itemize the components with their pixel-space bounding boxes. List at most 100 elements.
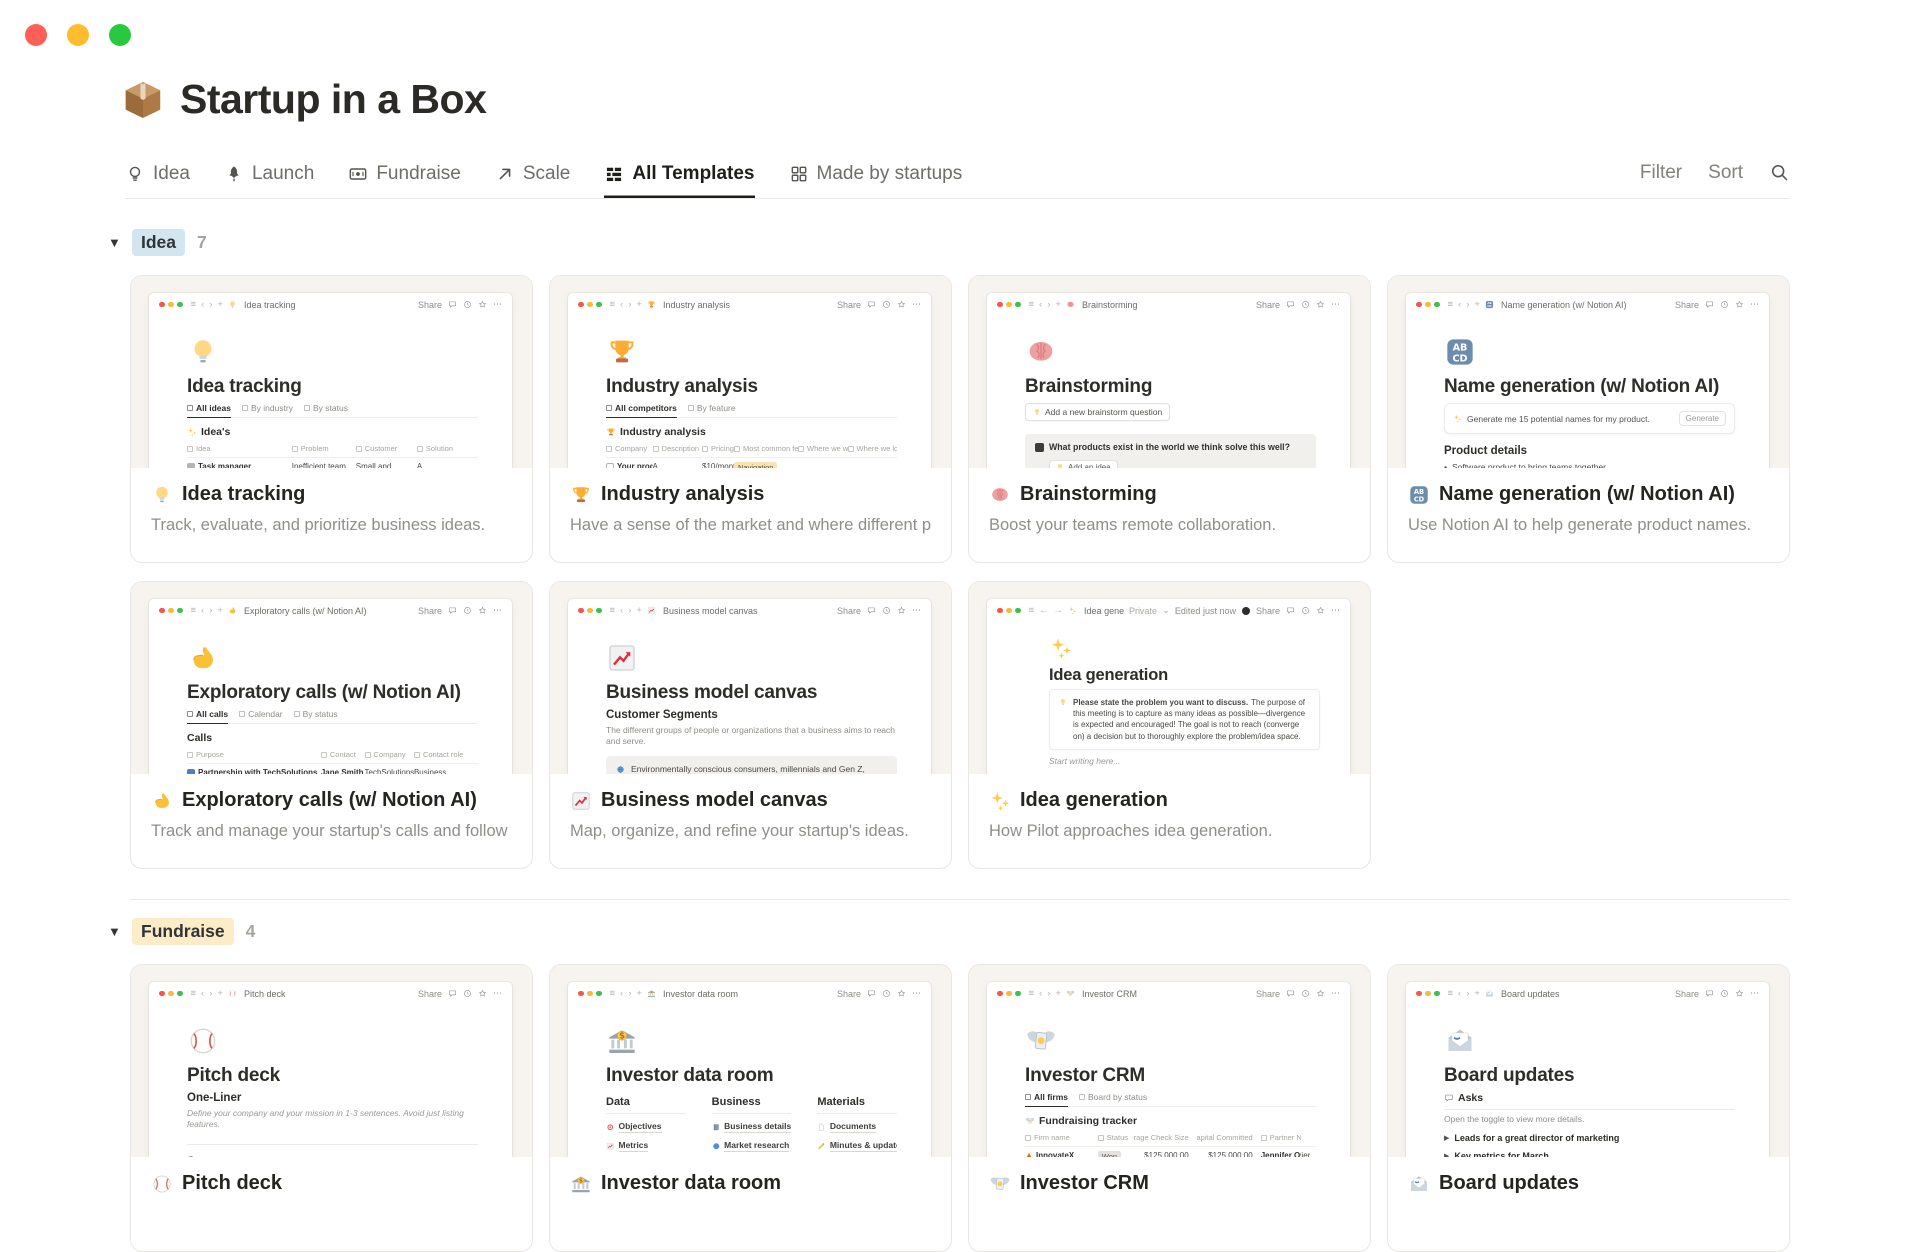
section-count: 7: [197, 231, 207, 252]
tab-all-templates[interactable]: All Templates: [604, 147, 755, 198]
template-card-brainstorming[interactable]: ≡ ‹ › + Brainstorming Share ⋯ Brainstorming Ad…: [968, 275, 1371, 563]
preview-window-titlebar: ≡ ‹ › + Brainstorming Share ⋯: [987, 293, 1350, 316]
share-button: Share: [1674, 988, 1699, 999]
more-icon: ⋯: [493, 988, 502, 998]
sparkles-icon: [1049, 636, 1073, 660]
template-card-investor-data-room[interactable]: ≡ ‹ › + Investor data room Share ⋯ Investor da…: [549, 964, 952, 1252]
search-icon[interactable]: [1769, 162, 1790, 183]
template-card-idea-tracking[interactable]: ≡ ‹ › + Idea tracking Share ⋯ Idea tracking Al…: [130, 275, 533, 563]
menu-icon: ≡: [609, 299, 616, 310]
template-description: Use Notion AI to help generate product n…: [1408, 516, 1752, 534]
share-button: Share: [836, 299, 861, 310]
minimize-button[interactable]: [67, 24, 89, 46]
menu-icon: ≡: [1447, 299, 1454, 310]
callout-block: Environmentally conscious consumers, mil…: [606, 755, 897, 774]
collapse-toggle-icon[interactable]: ▼: [108, 235, 132, 250]
card-footer: Board updates: [1388, 1157, 1789, 1205]
abcd-icon: [1408, 484, 1430, 506]
template-description: Boost your teams remote collaboration.: [989, 516, 1277, 534]
section-badge: Idea: [132, 228, 186, 256]
template-card-investor-crm[interactable]: ≡ ‹ › + Investor CRM Share ⋯ Investor CRM All …: [968, 964, 1371, 1252]
comment-icon: [1286, 606, 1295, 615]
menu-icon: ≡: [190, 299, 197, 310]
preview-page-title: Exploratory calls (w/ Notion AI): [187, 682, 461, 703]
preview-section-title: Idea's: [187, 426, 478, 438]
template-title: Investor data room: [570, 1172, 931, 1195]
lightbulb-icon: [151, 484, 173, 506]
close-button[interactable]: [25, 24, 47, 46]
template-card-exploratory-calls[interactable]: ≡ ‹ › + Exploratory calls (w/ Notion AI) Shar…: [130, 581, 533, 869]
star-icon: [1735, 300, 1744, 309]
chevron-down-icon: ⌄: [1161, 605, 1170, 616]
template-preview: ≡ ‹ › + Pitch deck Share ⋯ Pitch deck One-Line…: [131, 965, 532, 1157]
template-description: Track and manage your startup's calls an…: [151, 822, 512, 840]
globe-icon: [616, 765, 625, 774]
star-icon: [897, 989, 906, 998]
menu-icon: ≡: [190, 988, 197, 999]
template-card-business-model-canvas[interactable]: ≡ ‹ › + Business model canvas Share ⋯ Business…: [549, 581, 952, 869]
template-title: Idea generation: [989, 789, 1350, 812]
card-footer: Brainstorming Boost your teams remote co…: [969, 468, 1370, 535]
zoom-button[interactable]: [109, 24, 131, 46]
share-button: Share: [836, 605, 861, 616]
template-card-industry-analysis[interactable]: ≡ ‹ › + Industry analysis Share ⋯ Industry ana…: [549, 275, 952, 563]
generate-button: Generate: [1678, 411, 1726, 426]
traffic-lights-icon: [997, 301, 1021, 308]
more-icon: ⋯: [912, 299, 921, 309]
template-title: Investor CRM: [989, 1172, 1350, 1195]
template-preview: ≡ ‹ › + Exploratory calls (w/ Notion AI) Shar…: [131, 582, 532, 774]
tab-launch[interactable]: Launch: [224, 147, 314, 198]
question-icon: [1035, 443, 1044, 452]
call-me-hand-icon: [187, 642, 219, 674]
back-icon: ‹: [620, 988, 624, 999]
template-card-board-updates[interactable]: ≡ ‹ › + Board updates Share ⋯ Board updates As…: [1387, 964, 1790, 1252]
forward-icon: ›: [1466, 299, 1470, 310]
call-me-hand-icon: [228, 606, 237, 615]
sort-button[interactable]: Sort: [1708, 162, 1743, 184]
chart-increasing-icon: [647, 606, 656, 615]
menu-icon: ≡: [1028, 605, 1035, 616]
forward-icon: ›: [628, 988, 632, 999]
card-footer: Investor data room: [550, 1157, 951, 1205]
template-card-pitch-deck[interactable]: ≡ ‹ › + Pitch deck Share ⋯ Pitch deck One-Line…: [130, 964, 533, 1252]
tab-fundraise[interactable]: Fundraise: [348, 147, 461, 198]
preview-page-title: Investor data room: [606, 1065, 774, 1086]
preview-view-tabs: All calls Calendar By status: [187, 709, 478, 724]
money-with-wings-icon: [1025, 1025, 1057, 1057]
template-card-name-generation[interactable]: ≡ ‹ › + Name generation (w/ Notion AI) Share ⋯…: [1387, 275, 1790, 563]
card-footer: Idea tracking Track, evaluate, and prior…: [131, 468, 532, 535]
collapse-toggle-icon[interactable]: ▼: [108, 924, 132, 939]
card-row: ≡ ‹ › + Idea tracking Share ⋯ Idea tracking Al…: [130, 275, 1790, 563]
preview-text: Open the toggle to view more details.: [1444, 1114, 1585, 1124]
clock-icon: [1720, 989, 1729, 998]
preview-columns: Data Objectives Metrics Business Busines…: [606, 1096, 898, 1152]
sparkles-icon: [989, 790, 1011, 812]
section-divider: [130, 899, 1790, 900]
template-card-idea-generation[interactable]: ≡ ← → Idea generation Private ⌄ Edited just no…: [968, 581, 1371, 869]
star-icon: [478, 606, 487, 615]
section-header-idea: ▼ Idea 7: [108, 227, 1790, 257]
rocket-icon: [224, 164, 244, 184]
template-title: Idea tracking: [151, 483, 512, 506]
toggle-arrow-icon: ▶: [1444, 1135, 1450, 1143]
template-title: Board updates: [1408, 1172, 1769, 1195]
privacy-label: Private: [1128, 605, 1157, 616]
add-brainstorm-question-button: Add a new brainstorm question: [1025, 403, 1171, 421]
package-icon: [120, 77, 166, 123]
tab-idea[interactable]: Idea: [125, 147, 190, 198]
lightbulb-icon: [1059, 698, 1067, 706]
comment-icon: [1286, 989, 1295, 998]
forward-icon: ›: [628, 299, 632, 310]
preview-page-title: Board updates: [1444, 1065, 1575, 1086]
page-title-text: Startup in a Box: [180, 76, 487, 122]
money-with-wings-icon: [1066, 989, 1075, 998]
window-controls[interactable]: [25, 24, 131, 46]
comment-icon: [1444, 1093, 1454, 1103]
comment-icon: [448, 989, 457, 998]
preview-text: Define your company and your mission in …: [187, 1108, 464, 1130]
tab-scale[interactable]: Scale: [495, 147, 570, 198]
tab-made-by-startups[interactable]: Made by startups: [789, 147, 962, 198]
clock-icon: [463, 989, 472, 998]
bank-icon: [647, 989, 656, 998]
filter-button[interactable]: Filter: [1640, 162, 1682, 184]
